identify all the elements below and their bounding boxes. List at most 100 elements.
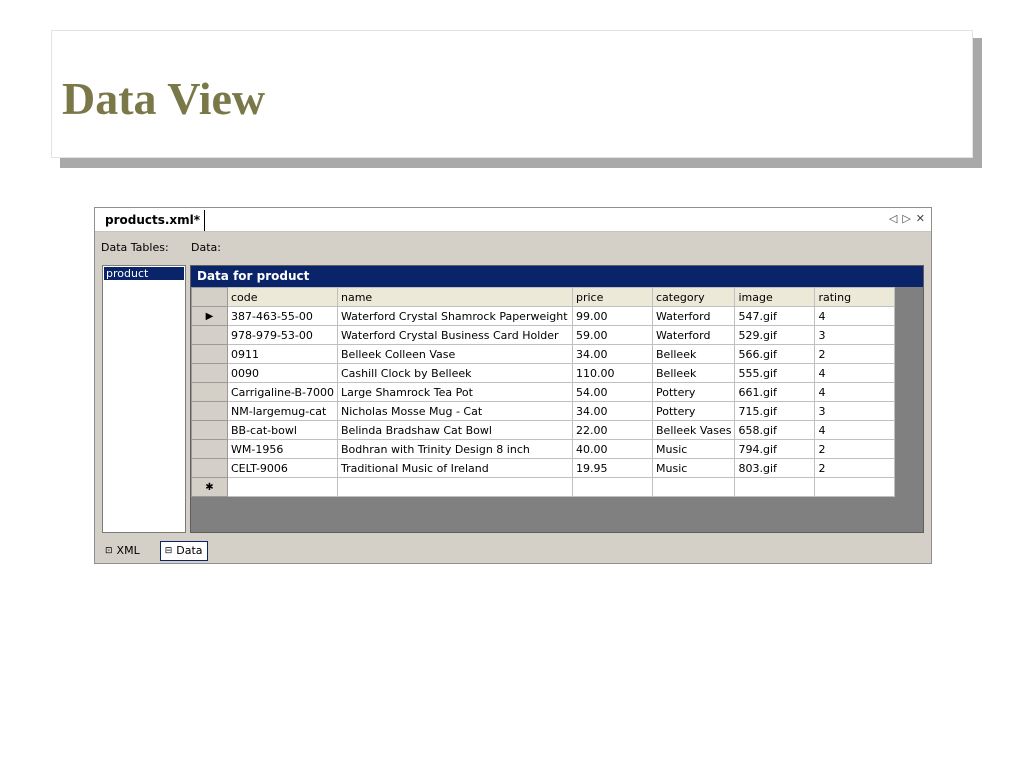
new-cell-category[interactable] xyxy=(651,477,736,497)
cell-category[interactable]: Pottery xyxy=(651,401,736,421)
new-cell-rating[interactable] xyxy=(814,477,896,497)
cell-price[interactable]: 54.00 xyxy=(572,382,653,402)
xml-designer-window: products.xml* ◁ ▷ ✕ Data Tables: Data: p… xyxy=(94,207,932,564)
cell-rating[interactable]: 2 xyxy=(814,439,896,459)
cell-name[interactable]: Nicholas Mosse Mug - Cat xyxy=(337,401,573,421)
cell-price[interactable]: 22.00 xyxy=(572,420,653,440)
cell-name[interactable]: Waterford Crystal Shamrock Paperweight xyxy=(337,306,573,326)
corner-cell[interactable] xyxy=(191,287,228,307)
table-row[interactable]: ▶ 387-463-55-00 Waterford Crystal Shamro… xyxy=(191,306,896,326)
cell-category[interactable]: Music xyxy=(651,458,736,478)
scroll-right-icon[interactable]: ▷ xyxy=(902,211,910,227)
cell-code[interactable]: 0090 xyxy=(227,363,338,383)
table-row[interactable]: CELT-9006 Traditional Music of Ireland 1… xyxy=(191,458,896,478)
row-header[interactable] xyxy=(191,344,228,364)
tab-data-label: Data xyxy=(176,544,203,557)
table-row[interactable]: 0911 Belleek Colleen Vase 34.00 Belleek … xyxy=(191,344,896,364)
cell-price[interactable]: 59.00 xyxy=(572,325,653,345)
cell-rating[interactable]: 4 xyxy=(814,382,896,402)
table-row[interactable]: NM-largemug-cat Nicholas Mosse Mug - Cat… xyxy=(191,401,896,421)
cell-category[interactable]: Waterford xyxy=(651,325,736,345)
cell-price[interactable]: 99.00 xyxy=(572,306,653,326)
cell-image[interactable]: 715.gif xyxy=(734,401,816,421)
cell-rating[interactable]: 3 xyxy=(814,401,896,421)
tab-xml[interactable]: ⊡ XML xyxy=(101,541,144,561)
cell-category[interactable]: Belleek xyxy=(651,363,736,383)
data-tables-list[interactable]: product xyxy=(102,265,186,533)
cell-image[interactable]: 661.gif xyxy=(734,382,816,402)
table-row[interactable]: Carrigaline-B-7000 Large Shamrock Tea Po… xyxy=(191,382,896,402)
new-cell-code[interactable] xyxy=(227,477,338,497)
cell-category[interactable]: Belleek Vases xyxy=(651,420,736,440)
new-row-asterisk-icon[interactable]: ✱ xyxy=(191,477,228,497)
cell-category[interactable]: Music xyxy=(651,439,736,459)
cell-code[interactable]: NM-largemug-cat xyxy=(227,401,338,421)
tab-controls: ◁ ▷ ✕ xyxy=(889,211,925,227)
cell-rating[interactable]: 3 xyxy=(814,325,896,345)
row-header[interactable] xyxy=(191,363,228,383)
cell-price[interactable]: 34.00 xyxy=(572,401,653,421)
cell-image[interactable]: 529.gif xyxy=(734,325,816,345)
new-cell-image[interactable] xyxy=(734,477,816,497)
cell-code[interactable]: WM-1956 xyxy=(227,439,338,459)
cell-price[interactable]: 34.00 xyxy=(572,344,653,364)
cell-name[interactable]: Waterford Crystal Business Card Holder xyxy=(337,325,573,345)
cell-image[interactable]: 547.gif xyxy=(734,306,816,326)
cell-category[interactable]: Belleek xyxy=(651,344,736,364)
row-header[interactable] xyxy=(191,401,228,421)
new-row[interactable]: ✱ xyxy=(191,477,896,497)
column-header-image[interactable]: image xyxy=(734,287,816,307)
data-grid-area: Data for product code name price categor… xyxy=(190,265,924,533)
document-tab-products-xml[interactable]: products.xml* xyxy=(99,210,206,231)
new-cell-name[interactable] xyxy=(337,477,573,497)
cell-rating[interactable]: 2 xyxy=(814,344,896,364)
cell-image[interactable]: 794.gif xyxy=(734,439,816,459)
column-header-code[interactable]: code xyxy=(227,287,338,307)
cell-code[interactable]: 0911 xyxy=(227,344,338,364)
tab-data[interactable]: ⊟ Data xyxy=(159,541,208,561)
new-cell-price[interactable] xyxy=(572,477,653,497)
table-row[interactable]: WM-1956 Bodhran with Trinity Design 8 in… xyxy=(191,439,896,459)
table-item-product[interactable]: product xyxy=(104,267,184,280)
cell-image[interactable]: 566.gif xyxy=(734,344,816,364)
table-row[interactable]: 0090 Cashill Clock by Belleek 110.00 Bel… xyxy=(191,363,896,383)
cell-category[interactable]: Pottery xyxy=(651,382,736,402)
cell-code[interactable]: 978-979-53-00 xyxy=(227,325,338,345)
cell-price[interactable]: 19.95 xyxy=(572,458,653,478)
cell-name[interactable]: Belinda Bradshaw Cat Bowl xyxy=(337,420,573,440)
column-header-price[interactable]: price xyxy=(572,287,653,307)
cell-code[interactable]: 387-463-55-00 xyxy=(227,306,338,326)
column-header-category[interactable]: category xyxy=(651,287,736,307)
cell-price[interactable]: 40.00 xyxy=(572,439,653,459)
cell-code[interactable]: Carrigaline-B-7000 xyxy=(227,382,338,402)
cell-image[interactable]: 555.gif xyxy=(734,363,816,383)
cell-price[interactable]: 110.00 xyxy=(572,363,653,383)
cell-name[interactable]: Belleek Colleen Vase xyxy=(337,344,573,364)
cell-rating[interactable]: 4 xyxy=(814,306,896,326)
scroll-left-icon[interactable]: ◁ xyxy=(889,211,897,227)
cell-image[interactable]: 658.gif xyxy=(734,420,816,440)
cell-name[interactable]: Cashill Clock by Belleek xyxy=(337,363,573,383)
cell-category[interactable]: Waterford xyxy=(651,306,736,326)
cell-rating[interactable]: 4 xyxy=(814,363,896,383)
row-header[interactable] xyxy=(191,439,228,459)
cell-rating[interactable]: 2 xyxy=(814,458,896,478)
cell-name[interactable]: Large Shamrock Tea Pot xyxy=(337,382,573,402)
cell-image[interactable]: 803.gif xyxy=(734,458,816,478)
table-row[interactable]: BB-cat-bowl Belinda Bradshaw Cat Bowl 22… xyxy=(191,420,896,440)
current-row-indicator-icon[interactable]: ▶ xyxy=(191,306,228,326)
table-row[interactable]: 978-979-53-00 Waterford Crystal Business… xyxy=(191,325,896,345)
row-header[interactable] xyxy=(191,382,228,402)
cell-code[interactable]: CELT-9006 xyxy=(227,458,338,478)
row-header[interactable] xyxy=(191,458,228,478)
close-icon[interactable]: ✕ xyxy=(916,211,925,227)
slide-title: Data View xyxy=(62,73,266,124)
cell-code[interactable]: BB-cat-bowl xyxy=(227,420,338,440)
cell-name[interactable]: Bodhran with Trinity Design 8 inch xyxy=(337,439,573,459)
row-header[interactable] xyxy=(191,420,228,440)
row-header[interactable] xyxy=(191,325,228,345)
cell-name[interactable]: Traditional Music of Ireland xyxy=(337,458,573,478)
column-header-name[interactable]: name xyxy=(337,287,573,307)
column-header-rating[interactable]: rating xyxy=(814,287,896,307)
cell-rating[interactable]: 4 xyxy=(814,420,896,440)
